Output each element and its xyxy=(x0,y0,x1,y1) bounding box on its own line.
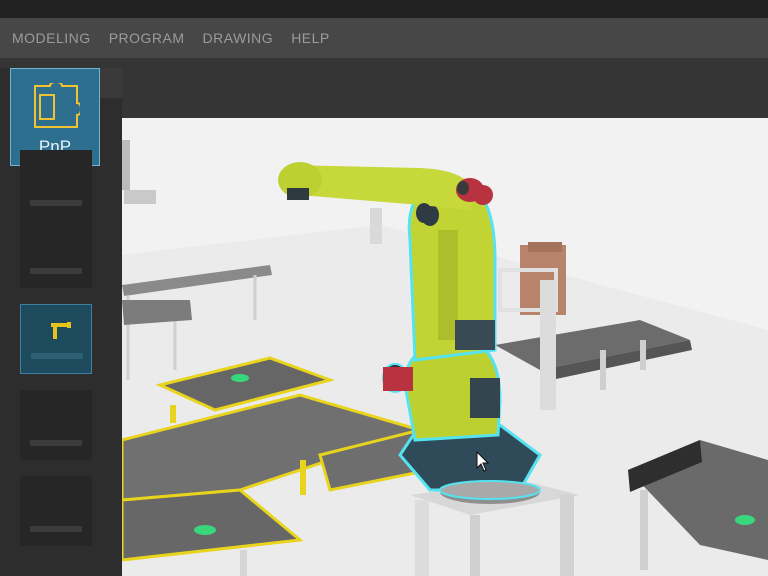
slot-placeholder xyxy=(30,526,82,532)
panel-slot-2[interactable] xyxy=(20,218,92,288)
menu-modeling[interactable]: MODELING xyxy=(12,30,91,46)
menu-help[interactable]: HELP xyxy=(291,30,330,46)
slot-placeholder xyxy=(31,353,83,359)
menu-program[interactable]: PROGRAM xyxy=(109,30,185,46)
menu-bar: MODELING PROGRAM DRAWING HELP xyxy=(0,18,768,58)
menu-drawing[interactable]: DRAWING xyxy=(203,30,274,46)
robot-arm-icon xyxy=(47,319,75,346)
panel-slot-1[interactable] xyxy=(20,150,92,220)
panel-edge xyxy=(100,68,122,98)
panel-slot-4[interactable] xyxy=(20,390,92,460)
panel-slot-5[interactable] xyxy=(20,476,92,546)
puzzle-piece-icon xyxy=(32,80,83,134)
mouse-cursor-icon xyxy=(476,450,490,478)
slot-placeholder xyxy=(30,200,82,206)
slot-placeholder xyxy=(30,440,82,446)
panel-slot-robot[interactable] xyxy=(20,304,92,374)
title-bar xyxy=(0,0,768,18)
slot-placeholder xyxy=(30,268,82,274)
